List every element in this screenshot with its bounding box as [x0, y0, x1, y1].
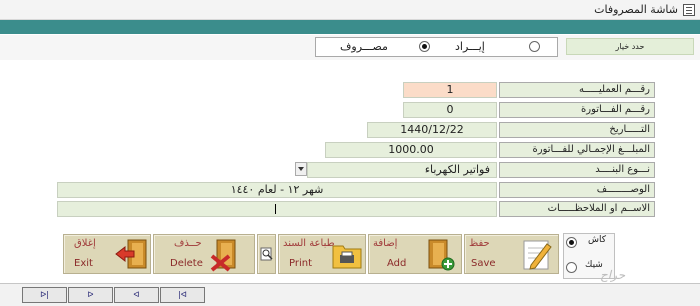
add-label-ar: إضافة: [373, 238, 398, 249]
nav-prev-icon: ᐊ: [133, 290, 140, 299]
nav-prev-button[interactable]: ᐊ: [114, 287, 159, 303]
description-field[interactable]: شهر ١٢ - لعام ١٤٤٠: [57, 182, 497, 198]
operation-no-label: رقـــم العمليـــــه: [499, 82, 655, 98]
item-type-label: نـــوع البنــــد: [499, 162, 655, 178]
exit-label-en: Exit: [74, 258, 93, 269]
print-label-ar: طباعة السند: [283, 238, 335, 249]
magnifier-icon: [260, 247, 273, 261]
check-radio[interactable]: [566, 262, 577, 273]
printer-folder-icon: [332, 245, 362, 269]
date-label: التـــــاريخ: [499, 122, 655, 138]
invoice-no-label: رقـــم الفـــاتورة: [499, 102, 655, 118]
date-field[interactable]: 1440/12/22: [367, 122, 497, 138]
print-label-en: Print: [289, 258, 313, 269]
expense-radio[interactable]: [419, 41, 430, 52]
delete-label-en: Delete: [170, 258, 203, 269]
save-label-en: Save: [471, 258, 496, 269]
item-type-select[interactable]: فواتير الكهرباء: [307, 162, 497, 178]
nav-last-icon: |ᐊ: [178, 290, 187, 299]
notes-label: الاســم او الملاحظـــــات: [499, 201, 655, 217]
cash-label: كاش: [588, 235, 607, 245]
revenue-radio[interactable]: [529, 41, 540, 52]
operation-no-field[interactable]: 1: [403, 82, 497, 98]
add-door-icon: [428, 239, 455, 271]
add-label-en: Add: [387, 258, 407, 269]
revenue-label: إيـــراد: [455, 40, 485, 53]
nav-first-button[interactable]: ᐅ|: [22, 287, 67, 303]
exit-door-icon: [115, 239, 147, 269]
choose-option-label: حدد خيار: [566, 38, 694, 55]
cash-radio[interactable]: [566, 237, 577, 248]
preview-button[interactable]: [257, 234, 276, 274]
nav-last-button[interactable]: |ᐊ: [160, 287, 205, 303]
nav-first-icon: ᐅ|: [40, 290, 49, 299]
form-icon: [683, 4, 695, 16]
delete-label-ar: حــذف: [174, 238, 202, 249]
window-title: شاشة المصروفات: [594, 3, 678, 16]
pencil-note-icon: [523, 240, 552, 270]
notes-field[interactable]: [57, 201, 497, 217]
delete-door-icon: [210, 239, 236, 272]
invoice-no-field[interactable]: 0: [403, 102, 497, 118]
watermark: حراج: [600, 268, 626, 282]
add-button[interactable]: إضافة Add: [368, 234, 462, 274]
expense-label: مصـــروف: [340, 40, 388, 53]
chevron-down-icon[interactable]: [295, 162, 307, 176]
total-field[interactable]: 1000.00: [325, 142, 497, 158]
text-cursor: [275, 204, 276, 214]
exit-button[interactable]: إغلاق Exit: [63, 234, 151, 274]
total-label: المبلـــغ الإجمـالي للفـــاتورة: [499, 142, 655, 158]
exit-label-ar: إغلاق: [74, 238, 96, 249]
description-label: الوصــــــــف: [499, 182, 655, 198]
header-band: [0, 20, 700, 34]
print-button[interactable]: طباعة السند Print: [278, 234, 366, 274]
delete-button[interactable]: حــذف Delete: [153, 234, 255, 274]
nav-next-button[interactable]: ᐅ: [68, 287, 113, 303]
nav-next-icon: ᐅ: [87, 290, 94, 299]
save-label-ar: حفظ: [469, 238, 490, 249]
save-button[interactable]: حفظ Save: [464, 234, 559, 274]
